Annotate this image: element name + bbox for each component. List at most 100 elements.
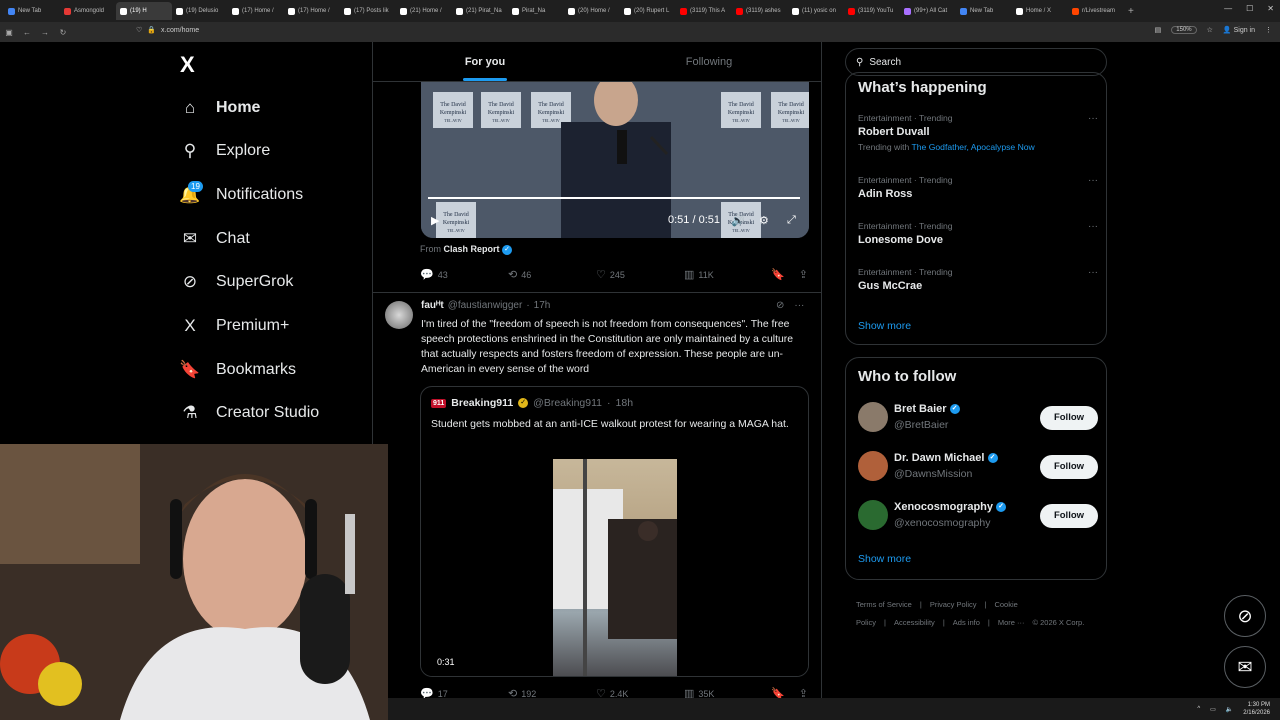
video-player[interactable]: The David Kempinski TEL AVIV The David Kempi… [421,82,809,238]
sidebar-item-creator-studio[interactable]: ⚗ Creator Studio [180,403,319,423]
more-icon[interactable]: ··· [1088,175,1098,186]
grok-fab[interactable]: ⊘ [1224,595,1266,637]
browser-tab[interactable]: New Tab [956,2,1012,20]
zoom-level[interactable]: 150% [1171,26,1197,34]
volume-icon[interactable]: 🔊 [731,214,745,227]
suggestion-name[interactable]: Xenocosmography ✓ [894,501,1007,513]
quoted-video[interactable]: 0:31 [421,459,808,676]
video-progress-bar[interactable] [428,197,800,199]
avatar[interactable] [858,451,888,481]
footer-link[interactable]: Accessibility [894,618,935,627]
browser-tab[interactable]: (11) yosic on [788,2,844,20]
maximize-icon[interactable]: ☐ [1246,4,1253,13]
tray-chevron-icon[interactable]: ^ [1197,706,1200,712]
sidebar-item-bookmarks[interactable]: 🔖 Bookmarks [179,360,296,380]
footer-link[interactable]: Terms of Service [856,600,912,609]
more-icon[interactable]: ··· [794,300,804,311]
browser-tab[interactable]: Home / X [1012,2,1068,20]
avatar[interactable] [858,402,888,432]
browser-tab[interactable]: (19) H [116,2,172,20]
follow-button[interactable]: Follow [1040,455,1098,479]
forward-icon[interactable]: → [36,28,54,37]
sidebar-item-explore[interactable]: ⚲ Explore [180,141,270,161]
star-icon[interactable]: ☆ [1207,26,1213,34]
sidebar-toggle-icon[interactable]: ▣ [0,28,18,37]
browser-tab[interactable]: (20) Home / [564,2,620,20]
fullscreen-icon[interactable]: ⤢ [787,214,796,227]
suggestion-name[interactable]: Bret Baier ✓ [894,403,960,415]
avatar[interactable] [385,301,413,329]
browser-tab[interactable]: New Tab [4,2,60,20]
footer-link[interactable]: © 2026 X Corp. [1033,618,1085,627]
follow-suggestion[interactable]: Dr. Dawn Michael ✓ @DawnsMission Follow [858,451,1098,485]
browser-tab[interactable]: (99+) All Cat [900,2,956,20]
browser-tab[interactable]: (3119) This A [676,2,732,20]
reply-button[interactable]: 💬 43 [420,268,508,281]
messages-fab[interactable]: ✉ [1224,646,1266,688]
browser-tab[interactable]: (3119) YouTu [844,2,900,20]
footer-link[interactable]: More ··· [998,618,1025,627]
back-icon[interactable]: ← [18,28,36,37]
trend-item[interactable]: Entertainment · Trending Lonesome Dove ··· [858,221,1098,246]
follow-show-more[interactable]: Show more [858,553,911,565]
menu-icon[interactable]: ⋮ [1265,26,1272,34]
browser-tab[interactable]: r/Livestream [1068,2,1124,20]
play-icon[interactable]: ▶ [431,214,439,227]
browser-tab[interactable]: (17) Home / [284,2,340,20]
reload-icon[interactable]: ↻ [54,28,72,37]
footer-link[interactable]: Ads info [953,618,980,627]
suggestion-handle[interactable]: @BretBaier [894,419,948,431]
url-text[interactable]: x.com/home [161,27,199,34]
repost-button[interactable]: ⟲ 46 [508,268,596,281]
suggestion-handle[interactable]: @DawnsMission [894,468,972,480]
follow-button[interactable]: Follow [1040,406,1098,430]
like-button[interactable]: ♡ 245 [596,268,684,281]
site-info-icon[interactable]: ♡ [136,26,142,34]
sidebar-item-chat[interactable]: ✉ Chat [180,229,250,249]
footer-link[interactable]: Privacy Policy [930,600,977,609]
x-logo[interactable]: X [180,52,195,78]
post-author[interactable]: fauᴴt [421,300,444,311]
close-icon[interactable]: ✕ [1267,4,1274,13]
browser-tab[interactable]: (17) Home / [228,2,284,20]
sidebar-item-notifications[interactable]: 🔔 19 Notifications [179,181,303,205]
reader-icon[interactable]: ▤ [1155,26,1162,34]
tab-for-you[interactable]: For you [373,42,597,81]
browser-tab[interactable]: (20) Rupert L [620,2,676,20]
share-icon[interactable]: ⇪ [799,268,808,281]
post-handle[interactable]: @faustianwigger [448,300,523,311]
tab-following[interactable]: Following [597,42,821,81]
browser-tab[interactable]: Asmongold [60,2,116,20]
sidebar-item-premium[interactable]: X Premium+ [180,316,289,336]
browser-tab[interactable]: (21) Pirat_Na [452,2,508,20]
more-icon[interactable]: ··· [1088,221,1098,232]
follow-suggestion[interactable]: Xenocosmography ✓ @xenocosmography Follow [858,500,1098,534]
bookmark-icon[interactable]: 🔖 [771,268,785,281]
post-age[interactable]: 17h [534,300,551,311]
follow-suggestion[interactable]: Bret Baier ✓ @BretBaier Follow [858,402,1098,436]
suggestion-handle[interactable]: @xenocosmography [894,517,990,529]
trending-show-more[interactable]: Show more [858,320,911,332]
follow-button[interactable]: Follow [1040,504,1098,528]
sidebar-item-home[interactable]: ⌂ Home [180,98,261,118]
browser-tab[interactable]: (3119) ashes [732,2,788,20]
more-icon[interactable]: ··· [1088,113,1098,124]
minimize-icon[interactable]: — [1224,4,1232,13]
sign-in-button[interactable]: 👤 Sign in [1223,26,1255,34]
settings-icon[interactable]: ⚙ [759,214,769,227]
browser-tab[interactable]: (21) Home / [396,2,452,20]
grok-icon[interactable]: ⊘ [776,300,784,311]
from-name[interactable]: Clash Report [444,244,500,254]
browser-tab[interactable]: (17) Posts lik [340,2,396,20]
sidebar-item-supergrok[interactable]: ⊘ SuperGrok [180,272,294,292]
trend-sub-links[interactable]: The Godfather, Apocalypse Now [912,142,1035,152]
browser-tab[interactable]: (19) Delusio [172,2,228,20]
network-icon[interactable]: ▭ [1210,706,1216,713]
views-button[interactable]: ▥ 11K [684,268,772,281]
trend-item[interactable]: Entertainment · Trending Robert Duvall Tre… [858,113,1098,152]
new-tab-icon[interactable]: + [1128,6,1134,17]
clock[interactable]: 1:30 PM 2/16/2026 [1243,701,1270,717]
browser-tab[interactable]: Pirat_Na [508,2,564,20]
avatar[interactable] [858,500,888,530]
trend-item[interactable]: Entertainment · Trending Gus McCrae ··· [858,267,1098,292]
